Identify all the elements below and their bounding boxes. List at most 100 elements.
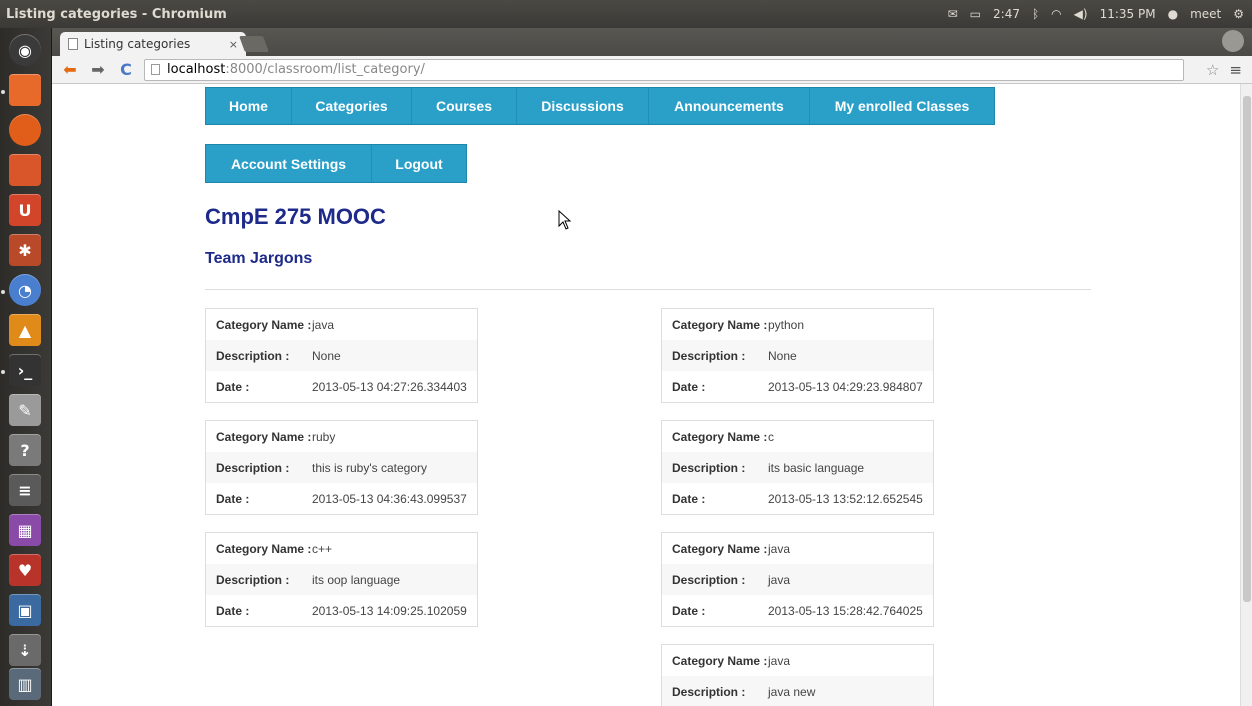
workspace-icon[interactable]: ▣ <box>9 594 41 626</box>
category-name-label: Category Name : <box>672 317 768 332</box>
category-name-value: java <box>312 317 335 332</box>
date-value: 2013-05-13 14:09:25.102059 <box>312 603 467 618</box>
date-value: 2013-05-13 04:27:26.334403 <box>312 379 467 394</box>
category-card: Category Name : java Description : java ne… <box>661 644 934 706</box>
description-label: Description : <box>672 684 746 699</box>
category-name-value: c <box>768 429 774 444</box>
reload-icon[interactable]: C <box>116 60 136 79</box>
description-value: java new <box>768 684 816 699</box>
category-card: Category Name : ruby Description : this is… <box>205 420 478 515</box>
description-value: None <box>312 348 341 363</box>
page-viewport: Home Categories Courses Discussions Anno… <box>52 84 1240 706</box>
browser-tabstrip: Listing categories × <box>52 28 1252 56</box>
os-top-panel: Listing categories - Chromium ✉ ▭ 2:47 ᛒ… <box>0 0 1252 28</box>
mail-icon[interactable]: ✉ <box>948 7 958 21</box>
indicator-area: ✉ ▭ 2:47 ᛒ ◠ ◀) 11:35 PM ● meet ⚙ <box>948 7 1252 21</box>
nav-courses[interactable]: Courses <box>412 88 517 124</box>
clock[interactable]: 11:35 PM <box>1100 7 1156 21</box>
category-name-value: c++ <box>312 541 333 556</box>
nav-discussions[interactable]: Discussions <box>517 88 649 124</box>
description-label: Description : <box>672 460 746 475</box>
bluetooth-icon[interactable]: ᛒ <box>1032 7 1039 21</box>
scrollbar-thumb[interactable] <box>1243 96 1251 602</box>
description-label: Description : <box>216 460 290 475</box>
username[interactable]: meet <box>1190 7 1221 21</box>
remote-desktop-icon[interactable]: ▦ <box>9 514 41 546</box>
files-icon[interactable] <box>9 74 41 106</box>
description-label: Description : <box>216 348 290 363</box>
url-host: localhost <box>167 62 226 77</box>
date-label: Date : <box>672 379 706 394</box>
category-name-value: java <box>768 541 791 556</box>
incognito-icon <box>1222 30 1244 52</box>
unity-launcher: ◉ U ✱ ◔ ▲ ›_ ✎ ? ≡ ▦ ♥ ▣ ⇣ ▥ <box>0 28 52 706</box>
battery-time: 2:47 <box>993 7 1020 21</box>
trash-icon[interactable]: ▥ <box>9 668 41 700</box>
team-name: Team Jargons <box>205 250 313 267</box>
description-label: Description : <box>216 572 290 587</box>
divider <box>205 289 1091 290</box>
url-path: :8000/classroom/list_category/ <box>225 62 425 77</box>
description-value: None <box>768 348 797 363</box>
battery-icon[interactable]: ▭ <box>970 7 981 21</box>
date-label: Date : <box>672 603 706 618</box>
chromium-icon[interactable]: ◔ <box>9 274 41 306</box>
category-name-label: Category Name : <box>216 429 312 444</box>
address-bar[interactable]: localhost:8000/classroom/list_category/ <box>144 58 1184 81</box>
text-editor-icon[interactable]: ✎ <box>9 394 41 426</box>
user-icon: ● <box>1167 7 1179 21</box>
volume-icon[interactable]: ◀) <box>1074 7 1088 21</box>
database-icon[interactable]: ≡ <box>9 474 41 506</box>
nav-my-enrolled-classes[interactable]: My enrolled Classes <box>810 88 994 124</box>
description-value: java <box>768 572 791 587</box>
settings-icon[interactable]: ✱ <box>9 234 41 266</box>
terminal-icon[interactable]: ›_ <box>9 354 41 386</box>
date-value: 2013-05-13 04:29:23.984807 <box>768 379 923 394</box>
category-name-label: Category Name : <box>672 429 768 444</box>
nav-announcements[interactable]: Announcements <box>649 88 810 124</box>
tab-listing-categories[interactable]: Listing categories × <box>60 32 246 56</box>
category-name-label: Category Name : <box>672 541 768 556</box>
browser-toolbar: ⬅ ➡ C localhost:8000/classroom/list_cate… <box>52 56 1252 84</box>
primary-nav: Home Categories Courses Discussions Anno… <box>205 87 995 125</box>
firefox-icon[interactable] <box>9 114 41 146</box>
date-value: 2013-05-13 13:52:12.652545 <box>768 491 923 506</box>
session-gear-icon[interactable]: ⚙ <box>1233 7 1244 21</box>
forward-arrow-icon[interactable]: ➡ <box>88 60 108 79</box>
tab-close-icon[interactable]: × <box>229 38 238 51</box>
category-name-value: python <box>768 317 805 332</box>
nav-logout[interactable]: Logout <box>372 145 466 182</box>
nav-categories[interactable]: Categories <box>292 88 412 124</box>
category-name-value: ruby <box>312 429 336 444</box>
back-arrow-icon[interactable]: ⬅ <box>60 60 80 79</box>
dash-home-icon[interactable]: ◉ <box>9 34 41 66</box>
wine-icon[interactable]: ♥ <box>9 554 41 586</box>
date-label: Date : <box>216 603 250 618</box>
menu-icon[interactable]: ≡ <box>1229 61 1242 79</box>
bookmark-star-icon[interactable]: ☆ <box>1206 61 1219 79</box>
help-icon[interactable]: ? <box>9 434 41 466</box>
date-label: Date : <box>672 491 706 506</box>
date-value: 2013-05-13 15:28:42.764025 <box>768 603 923 618</box>
description-label: Description : <box>672 348 746 363</box>
description-label: Description : <box>672 572 746 587</box>
category-card: Category Name : c++ Description : its oop … <box>205 532 478 627</box>
description-value: this is ruby's category <box>312 460 428 475</box>
wifi-icon[interactable]: ◠ <box>1051 7 1061 21</box>
vlc-icon[interactable]: ▲ <box>9 314 41 346</box>
page-scrollbar[interactable] <box>1240 84 1252 706</box>
ubuntu-one-icon[interactable]: U <box>9 194 41 226</box>
description-value: its basic language <box>768 460 865 475</box>
category-name-label: Category Name : <box>216 541 312 556</box>
new-tab-button[interactable] <box>239 36 269 52</box>
nav-account-settings[interactable]: Account Settings <box>206 145 372 182</box>
description-value: its oop language <box>312 572 401 587</box>
tab-title: Listing categories <box>84 37 191 51</box>
category-name-label: Category Name : <box>672 653 768 668</box>
category-card: Category Name : python Description : None … <box>661 308 934 403</box>
page-icon <box>151 64 160 75</box>
usb-icon[interactable]: ⇣ <box>9 634 41 666</box>
page-icon <box>68 38 78 50</box>
software-center-icon[interactable] <box>9 154 41 186</box>
nav-home[interactable]: Home <box>206 88 292 124</box>
